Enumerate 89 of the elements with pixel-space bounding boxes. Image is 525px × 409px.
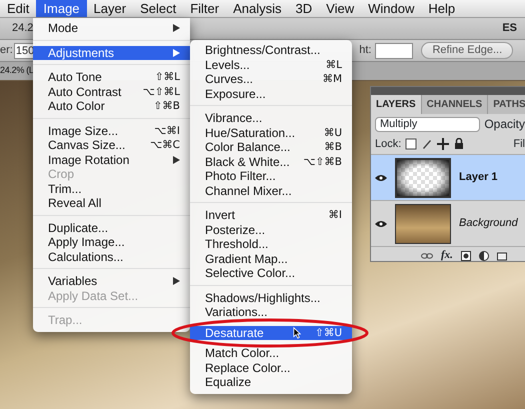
refine-edge-button[interactable]: Refine Edge... [421, 42, 514, 59]
menu-item[interactable]: Vibrance... [190, 111, 352, 126]
menu-bar-item[interactable]: View [319, 0, 362, 17]
panel-tab[interactable]: LAYERS [371, 95, 422, 114]
menu-item[interactable]: Selective Color... [190, 266, 352, 280]
menu-item[interactable]: Auto Contrast ⌥⇧⌘L [33, 84, 190, 99]
menu-item[interactable]: Channel Mixer... [190, 184, 352, 198]
shortcut-text: ⌘B [324, 140, 342, 154]
move-icon[interactable] [437, 138, 450, 150]
menu-item[interactable]: Apply Image... [33, 235, 190, 250]
menu-item[interactable]: Photo Filter... [190, 169, 352, 184]
lock-label: Lock: [375, 136, 402, 152]
menu-bar-item[interactable]: Window [361, 0, 422, 17]
shortcut-text: ⌥⌘I [154, 124, 180, 138]
layer-row[interactable]: Layer 1 [371, 154, 525, 200]
shortcut-text: ⇧⌘L [154, 70, 180, 84]
menu-item[interactable]: Color Balance... ⌘B [190, 140, 352, 154]
menu-bar-item[interactable]: Layer [86, 0, 134, 17]
menu-item[interactable]: Black & White... ⌥⇧⌘B [190, 154, 352, 169]
menu-item[interactable]: Calculations... [33, 250, 190, 264]
menu-item[interactable]: Curves... ⌘M [190, 72, 352, 86]
shortcut-text: ⌥⇧⌘L [142, 84, 180, 99]
menu-item[interactable]: Levels... ⌘L [190, 58, 352, 72]
menu-item[interactable]: Canvas Size... ⌥⌘C [33, 138, 190, 152]
menu-item[interactable]: Shadows/Highlights... [190, 290, 352, 305]
menu-bar-item[interactable]: Filter [183, 0, 226, 17]
shortcut-text: ⇧⌘U [315, 326, 342, 340]
menu-item[interactable]: Auto Tone ⇧⌘L [33, 70, 190, 84]
lock-pixels-icon[interactable] [405, 138, 418, 150]
menu-item[interactable]: Adjustments [33, 46, 190, 60]
menu-item[interactable]: Image Size... ⌥⌘I [33, 124, 190, 138]
submenu-arrow-icon [173, 24, 180, 32]
submenu-arrow-icon [173, 48, 180, 57]
height-field[interactable] [375, 42, 414, 58]
opacity-label: Opacity [484, 116, 525, 133]
eye-icon[interactable] [375, 174, 387, 182]
menu-item[interactable]: Duplicate... [33, 220, 190, 235]
cursor-icon [293, 326, 301, 339]
zoom-value: 24.2 [12, 21, 34, 36]
menu-item[interactable]: Posterize... [190, 222, 352, 237]
menu-item[interactable]: Auto Color ⇧⌘B [33, 99, 190, 114]
layer-name[interactable]: Layer 1 [459, 169, 498, 186]
menu-item[interactable]: Trim... [33, 182, 190, 196]
menu-item[interactable]: Match Color... [190, 346, 352, 360]
submenu-arrow-icon [173, 277, 180, 286]
menu-item[interactable]: Brightness/Contrast... [190, 43, 352, 58]
shortcut-text: ⌘I [328, 208, 342, 222]
menu-bar-item[interactable]: Edit [0, 0, 36, 17]
layer-row[interactable]: Background [371, 200, 525, 246]
menu-item[interactable]: Variables [33, 274, 190, 288]
menu-item[interactable]: Threshold... [190, 237, 352, 252]
workspace-label: ES [502, 21, 517, 36]
menu-item[interactable]: Replace Color... [190, 360, 352, 375]
menu-item[interactable]: Invert ⌘I [190, 208, 352, 222]
shortcut-text: ⌘M [322, 72, 342, 86]
layer-name[interactable]: Background [459, 215, 518, 232]
panel-tab[interactable]: CHANNELS [422, 95, 488, 114]
shortcut-text: ⌥⇧⌘B [303, 154, 342, 169]
menu-item[interactable]: Desaturate ⇧⌘U [190, 326, 352, 340]
document-tab[interactable]: 24.2% (L [0, 64, 34, 78]
menu-item[interactable]: Image Rotation [33, 152, 190, 167]
menu-item[interactable]: Exposure... [190, 86, 352, 101]
fx-button[interactable]: fx. [441, 247, 453, 264]
menu-item[interactable]: Mode [33, 21, 190, 36]
menu-item[interactable]: Variations... [190, 305, 352, 320]
menu-item[interactable]: Gradient Map... [190, 252, 352, 266]
menu-item[interactable]: Reveal All [33, 196, 190, 210]
submenu-arrow-icon [173, 156, 180, 164]
menu-bar-item[interactable]: Select [133, 0, 184, 17]
height-label: ht: [359, 43, 372, 58]
menu-item[interactable]: Hue/Saturation... ⌘U [190, 126, 352, 140]
mask-icon[interactable] [460, 250, 471, 260]
shortcut-text: ⌘L [326, 58, 342, 72]
shortcut-text: ⌥⌘C [150, 138, 180, 152]
menu-bar-item[interactable]: Image [36, 0, 87, 17]
shortcut-text: ⇧⌘B [153, 99, 180, 114]
menu-item[interactable]: Equalize [190, 375, 352, 390]
blend-mode-select[interactable]: Multiply [375, 116, 480, 132]
fill-label: Fil [513, 136, 525, 152]
menu-bar-item[interactable]: Analysis [226, 0, 289, 17]
feather-label: er: [0, 43, 13, 58]
link-icon[interactable] [421, 250, 433, 260]
transparency-thumbnail [395, 158, 451, 198]
menu-bar-item[interactable]: 3D [288, 0, 320, 17]
lock-icon[interactable] [453, 138, 466, 150]
eye-icon[interactable] [375, 220, 387, 228]
shortcut-text: ⌘U [324, 126, 342, 140]
adjustment-layer-icon[interactable] [478, 250, 489, 260]
menu-bar-item[interactable]: Help [421, 0, 462, 17]
